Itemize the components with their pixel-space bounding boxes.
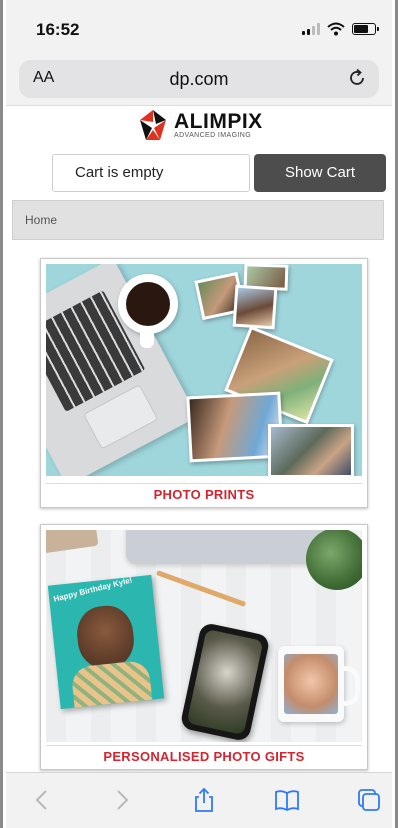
alimpix-logo-icon (140, 110, 166, 140)
cellular-signal-icon (302, 23, 320, 35)
site-logo[interactable]: ALIMPIX ADVANCED IMAGING (136, 106, 270, 144)
url-text[interactable]: dp.com (19, 69, 379, 90)
cart-status: Cart is empty (52, 154, 250, 192)
category-caption[interactable]: PHOTO PRINTS (46, 483, 362, 505)
wifi-icon (327, 22, 345, 36)
personalised-gifts-image[interactable]: Happy Birthday Kyle! (46, 530, 362, 742)
logo-name: ALIMPIX (174, 110, 263, 133)
mug-illustration (278, 646, 360, 722)
photo-prints-image[interactable] (46, 264, 362, 476)
status-bar: 16:52 (6, 0, 392, 54)
share-icon[interactable] (191, 787, 217, 813)
category-card-personalised-gifts[interactable]: Happy Birthday Kyle! PERSONALISED PHOTO … (40, 524, 368, 770)
category-card-photo-prints[interactable]: PHOTO PRINTS (40, 258, 368, 508)
reload-icon[interactable] (345, 66, 369, 90)
battery-icon (352, 23, 379, 35)
coffee-cup-illustration (118, 274, 178, 348)
plant-illustration (306, 530, 362, 590)
address-bar[interactable]: AA dp.com (19, 60, 379, 98)
forward-arrow-icon[interactable] (108, 787, 134, 813)
tabs-icon[interactable] (356, 787, 382, 813)
show-cart-button[interactable]: Show Cart (254, 154, 386, 192)
breadcrumb-home[interactable]: Home (25, 213, 57, 227)
birthday-card-illustration: Happy Birthday Kyle! (47, 574, 165, 710)
status-time: 16:52 (36, 20, 80, 39)
logo-tagline: ADVANCED IMAGING (174, 132, 252, 139)
address-bar-area: AA dp.com (6, 54, 392, 106)
category-caption[interactable]: PERSONALISED PHOTO GIFTS (46, 745, 362, 767)
back-arrow-icon[interactable] (30, 787, 56, 813)
breadcrumb: Home (12, 200, 384, 240)
browser-toolbar (6, 772, 392, 828)
bookmarks-icon[interactable] (274, 787, 300, 813)
status-icons (302, 22, 379, 36)
tablet-illustration (126, 530, 336, 564)
